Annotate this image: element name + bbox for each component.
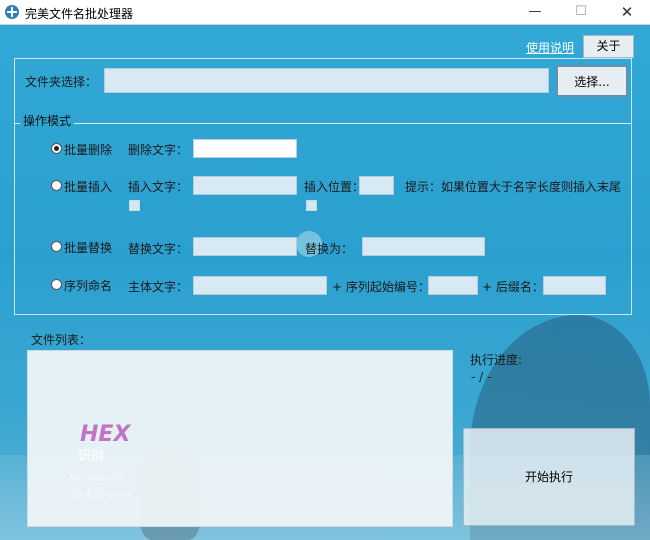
insert-option-checkbox-2[interactable] (306, 200, 317, 211)
select-folder-button[interactable]: 选择... (556, 65, 628, 97)
insert-position-label: 插入位置： (304, 180, 365, 194)
watermark-hex-logo: HEX (80, 422, 131, 447)
folder-label: 文件夹选择： (25, 75, 98, 89)
start-number-input[interactable] (428, 276, 478, 295)
insert-text-input[interactable] (193, 176, 297, 195)
start-button[interactable]: 开始执行 (463, 428, 635, 526)
file-list-label: 文件列表： (31, 333, 92, 347)
suffix-label: + 后缀名： (482, 280, 544, 294)
delete-text-input[interactable] (193, 139, 297, 158)
insert-hint: 提示：如果位置大于名字长度则插入末尾 (405, 180, 622, 194)
start-number-label: + 序列起始编号： (332, 280, 430, 294)
maximize-button[interactable]: ☐ (558, 0, 604, 24)
suffix-input[interactable] (543, 276, 606, 295)
replace-text-input[interactable] (193, 237, 297, 256)
delete-text-label: 删除文字： (128, 143, 189, 157)
batch-insert-label: 批量插入 (64, 180, 113, 194)
watermark-line1: WinHex(C... (70, 471, 135, 484)
base-text-input[interactable] (193, 276, 327, 295)
folder-path-input[interactable] (104, 68, 549, 93)
close-button[interactable]: ✕ (604, 0, 650, 24)
app-icon (5, 5, 19, 19)
progress-label: 执行进度: (470, 353, 523, 367)
insert-text-label: 插入文字： (128, 180, 189, 194)
help-link[interactable]: 使用说明 (526, 39, 574, 56)
watermark-logo-sub: 识别 (78, 449, 105, 464)
replace-with-label: 替换为： (305, 242, 354, 256)
minimize-button[interactable]: — (512, 0, 558, 24)
title-bar: 完美文件名批处理器 — ☐ ✕ (0, 0, 650, 25)
insert-option-checkbox-1[interactable] (129, 200, 140, 211)
about-button[interactable]: 关于 (583, 35, 634, 58)
watermark-line2: 技术网www... (72, 488, 142, 501)
insert-position-input[interactable] (359, 176, 394, 195)
operation-mode-title: 操作模式 (20, 112, 75, 129)
replace-with-input[interactable] (362, 237, 485, 256)
replace-text-label: 替换文字： (128, 242, 189, 256)
sequence-rename-label: 序列命名 (64, 279, 113, 293)
progress-value: - / - (471, 370, 492, 384)
radio-batch-insert[interactable] (51, 180, 62, 191)
batch-delete-label: 批量删除 (64, 143, 113, 157)
main-panel: 使用说明 关于 文件夹选择： 选择... 操作模式 批量删除 删除文字： 批量插… (0, 25, 650, 540)
batch-replace-label: 批量替换 (64, 241, 113, 255)
base-text-label: 主体文字： (128, 280, 189, 294)
radio-batch-replace[interactable] (51, 241, 62, 252)
window-title: 完美文件名批处理器 (25, 7, 134, 21)
radio-sequence-rename[interactable] (51, 279, 62, 290)
radio-batch-delete[interactable] (51, 143, 62, 154)
